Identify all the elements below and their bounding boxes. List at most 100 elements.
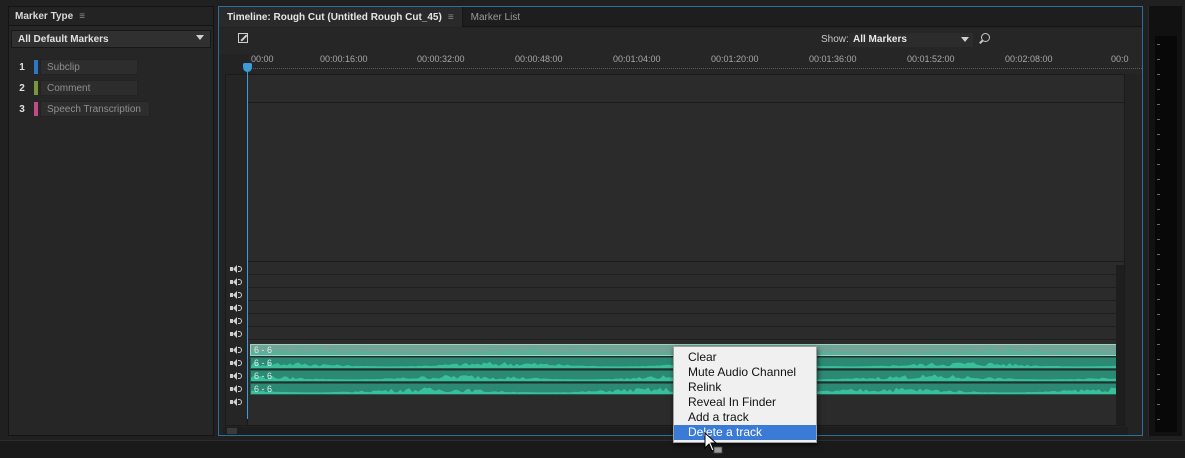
chevron-down-icon [196,35,204,40]
meter-tick [1157,269,1160,270]
meter-tick [1157,104,1160,105]
meter-tick [1157,419,1160,420]
audio-clip-label: 6 - 6 [254,384,273,394]
speaker-icon[interactable] [229,371,243,381]
ruler-tick-label: 00:01:04:00 [613,54,661,64]
show-filter-dropdown[interactable]: All Markers [849,33,973,47]
meter-tick [1157,194,1160,195]
show-filter-label: Show: [821,34,849,45]
meter-tick [1157,179,1160,180]
playhead-handle[interactable] [243,63,252,72]
tab-label: Timeline: Rough Cut (Untitled Rough Cut_… [227,11,442,23]
tab-timeline-rough-cut[interactable]: Timeline: Rough Cut (Untitled Rough Cut_… [219,7,463,27]
marker-type-label: Subclip [40,59,138,75]
bottom-status-bar [0,440,1185,458]
audio-track-empty[interactable] [248,288,1124,301]
speaker-icon[interactable] [229,316,243,326]
app-window: Marker Type ≡ All Default Markers 1 Subc… [0,0,1185,458]
panel-menu-icon[interactable]: ≡ [79,11,85,22]
speaker-icon[interactable] [229,384,243,394]
marker-filter-dropdown[interactable]: All Default Markers [11,30,211,48]
context-menu: Clear Mute Audio Channel Relink Reveal I… [673,346,817,443]
search-icon[interactable] [981,33,990,42]
ruler-ticks [249,68,1142,69]
meter-tick [1157,329,1160,330]
meter-tick [1157,74,1160,75]
marker-type-panel-header: Marker Type ≡ [9,7,213,26]
meter-tick [1157,89,1160,90]
meter-tick [1157,374,1160,375]
marker-color-swatch [34,102,38,116]
pointer-cursor-icon [704,432,723,454]
meter-tick [1157,119,1160,120]
speaker-icon[interactable] [229,329,243,339]
speaker-icon[interactable] [229,277,243,287]
ruler-tick-label: 00:00:48:00 [515,54,563,64]
audio-track-empty[interactable] [248,314,1124,327]
scrollbar-thumb[interactable] [227,428,237,434]
meter-tick [1157,209,1160,210]
marker-shortcut-number: 1 [19,61,25,73]
speaker-icon[interactable] [229,345,243,355]
audio-track-empty[interactable] [248,275,1124,288]
playhead-line[interactable] [247,64,248,419]
speaker-icon[interactable] [229,358,243,368]
ruler-tick-label: 00:01:20:00 [711,54,759,64]
ruler-tick-label: 00:01:52:00 [907,54,955,64]
menu-item-relink[interactable]: Relink [674,380,816,395]
timeline-tab-bar: Timeline: Rough Cut (Untitled Rough Cut_… [219,7,1142,27]
audio-meter-panel [1148,6,1182,436]
marker-color-swatch [34,60,38,74]
marker-type-label: Comment [40,80,138,96]
panel-menu-icon[interactable]: ≡ [448,12,454,23]
marker-color-swatch [34,81,38,95]
audio-track-empty[interactable] [248,301,1124,314]
marker-type-item-subclip[interactable]: 1 Subclip [19,59,138,75]
audio-track-empty[interactable] [248,262,1124,275]
audio-clip-label: 6 - 6 [254,371,273,381]
meter-tick [1157,299,1160,300]
meter-tick [1157,284,1160,285]
menu-item-add-a-track[interactable]: Add a track [674,410,816,425]
meter-tick [1157,404,1160,405]
ruler-tick-label: 00:00:32:00 [417,54,465,64]
marker-type-panel: Marker Type ≡ All Default Markers 1 Subc… [8,6,214,436]
meter-tick [1157,239,1160,240]
ruler-tick-label: 00:00 [251,54,274,64]
speaker-icon[interactable] [229,290,243,300]
marker-shortcut-number: 3 [19,103,25,115]
ruler-tick-label: 00:00:16:00 [320,54,368,64]
speaker-icon[interactable] [229,303,243,313]
track-divider [248,102,1124,103]
menu-item-delete-a-track[interactable]: Delete a track [674,425,816,440]
menu-item-clear[interactable]: Clear [674,350,816,365]
meter-tick [1157,224,1160,225]
speaker-icon[interactable] [229,264,243,274]
marker-type-label: Speech Transcription [40,101,150,117]
audio-track-empty[interactable] [248,327,1124,340]
meter-tick [1157,359,1160,360]
time-ruler[interactable]: 00:00 00:00:16:00 00:00:32:00 00:00:48:0… [249,54,1142,74]
marker-type-item-comment[interactable]: 2 Comment [19,80,138,96]
vertical-scrollbar[interactable] [1116,265,1124,425]
marker-type-item-speech-transcription[interactable]: 3 Speech Transcription [19,101,150,117]
meter-tick [1157,164,1160,165]
ruler-tick-label: 00:01:36:00 [809,54,857,64]
audio-clip-label: 6 - 6 [254,345,273,355]
meter-tick [1157,344,1160,345]
ruler-tick-label: 00:0 [1111,54,1129,64]
speaker-icon[interactable] [229,397,243,407]
meter-tick [1157,314,1160,315]
edit-icon[interactable] [238,33,248,43]
marker-filter-value: All Default Markers [18,33,109,45]
meter-tick [1157,254,1160,255]
meter-tick [1157,44,1160,45]
meter-tick [1157,149,1160,150]
marker-shortcut-number: 2 [19,82,25,94]
marker-type-tab[interactable]: Marker Type [15,11,73,22]
menu-item-reveal-in-finder[interactable]: Reveal In Finder [674,395,816,410]
menu-item-mute-audio-channel[interactable]: Mute Audio Channel [674,365,816,380]
audio-clip-label: 6 - 6 [254,358,273,368]
tab-marker-list[interactable]: Marker List [463,7,528,27]
meter-tick [1157,134,1160,135]
